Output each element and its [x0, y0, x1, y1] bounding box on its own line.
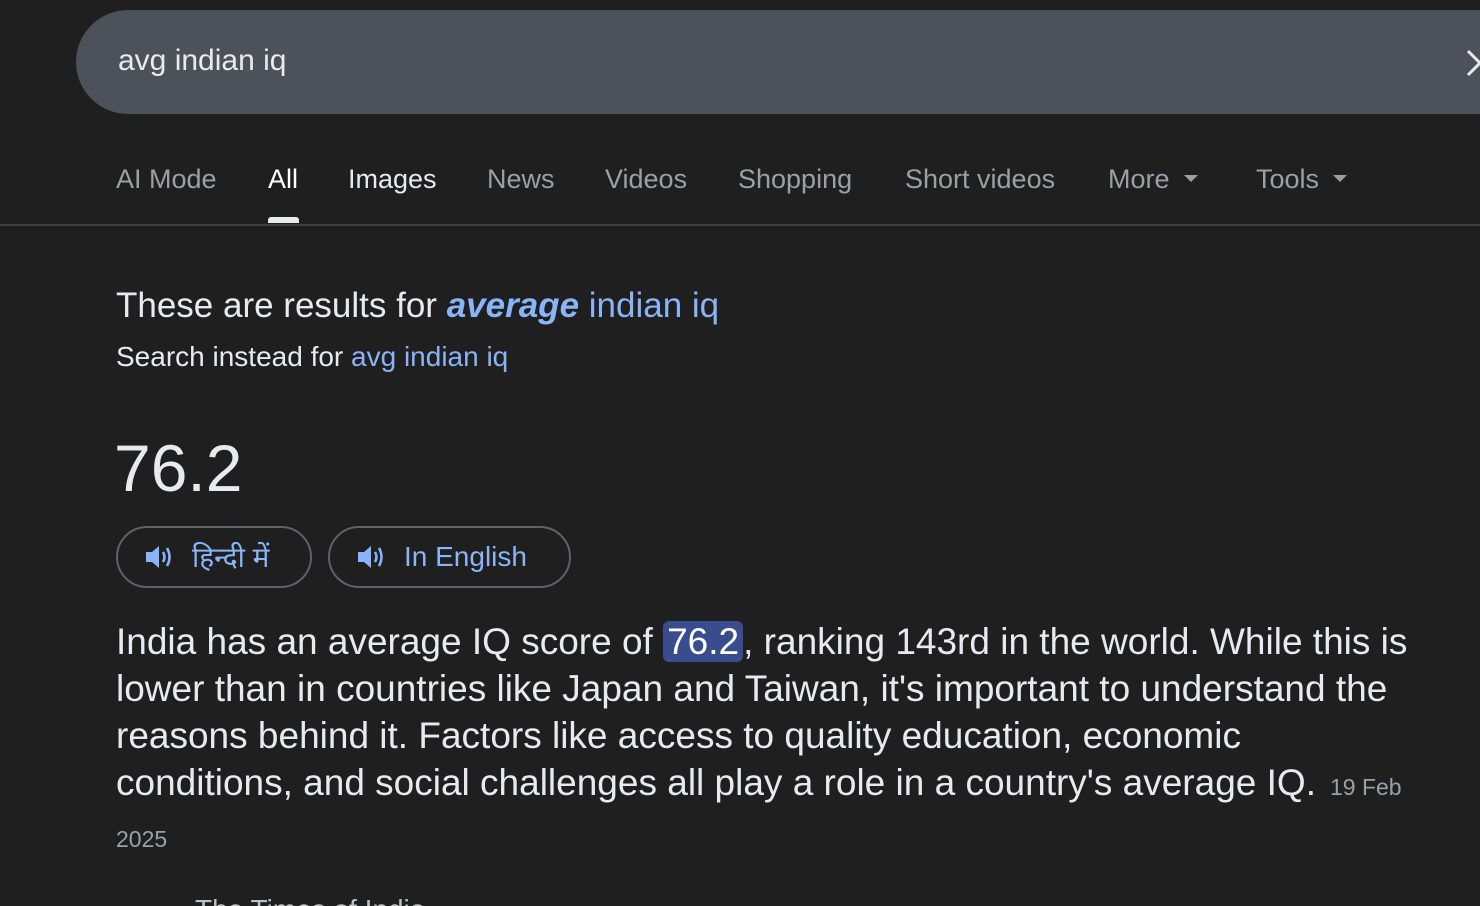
speaker-icon: [356, 543, 386, 571]
corrected-term: average: [446, 286, 580, 325]
tab-more[interactable]: More: [1108, 164, 1198, 195]
featured-snippet-text: India has an average IQ score of 76.2, r…: [116, 618, 1426, 863]
chevron-down-icon: [1333, 175, 1348, 183]
search-instead-prefix: Search instead for: [116, 341, 352, 372]
listen-english-label: In English: [404, 541, 527, 572]
spelling-correction: These are results for average indian iq: [116, 286, 719, 326]
search-results-page: AI Mode All Images News Videos Shopping …: [0, 0, 1480, 906]
chevron-down-icon: [1183, 175, 1198, 183]
listen-english-button[interactable]: In English: [328, 526, 571, 588]
snippet-highlight: 76.2: [663, 621, 744, 662]
tab-shopping[interactable]: Shopping: [738, 164, 852, 195]
search-bar: [76, 10, 1480, 114]
tab-more-label: More: [1108, 164, 1170, 194]
tab-short-videos[interactable]: Short videos: [905, 164, 1055, 195]
corrected-query-link[interactable]: average indian iq: [447, 286, 719, 325]
search-input[interactable]: [118, 40, 1418, 82]
search-instead: Search instead for avg indian iq: [116, 341, 508, 373]
tab-videos[interactable]: Videos: [605, 164, 687, 195]
clear-search-button[interactable]: [1462, 45, 1480, 79]
original-query-link[interactable]: avg indian iq: [351, 341, 508, 372]
speaker-icon: [144, 543, 174, 571]
tab-ai-mode[interactable]: AI Mode: [116, 164, 217, 195]
tab-all[interactable]: All: [268, 164, 298, 195]
featured-answer: 76.2: [114, 431, 243, 505]
listen-hindi-label: हिन्दी में: [192, 542, 270, 573]
active-tab-indicator: [268, 217, 299, 223]
close-icon: [1466, 49, 1480, 77]
correction-prefix: These are results for: [116, 286, 447, 325]
tab-images[interactable]: Images: [348, 164, 437, 195]
tab-tools-label: Tools: [1256, 164, 1320, 194]
corrected-rest: indian iq: [579, 286, 720, 325]
search-tabs: AI Mode All Images News Videos Shopping …: [0, 150, 1480, 225]
tab-news[interactable]: News: [487, 164, 555, 195]
snippet-before: India has an average IQ score of: [116, 621, 664, 662]
tabs-divider: [0, 224, 1480, 226]
listen-hindi-button[interactable]: हिन्दी में: [116, 526, 312, 588]
source-title-partial[interactable]: The Times of India: [195, 894, 425, 906]
tab-tools[interactable]: Tools: [1256, 164, 1348, 195]
